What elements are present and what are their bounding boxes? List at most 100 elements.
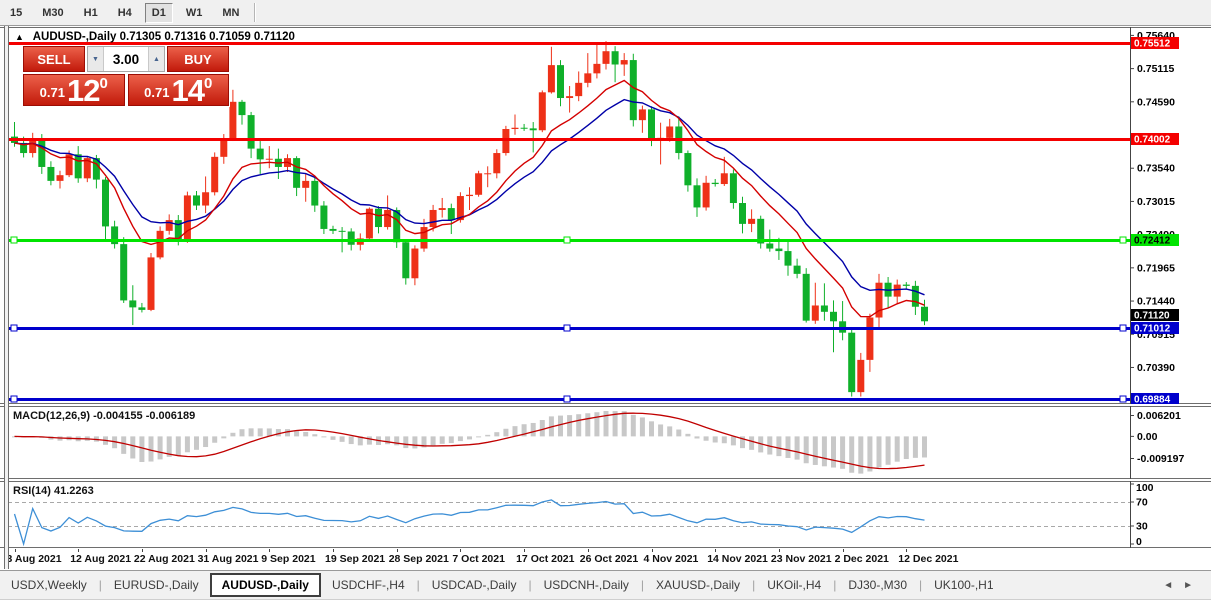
volume-decrease-icon[interactable]: ▼ [88,47,104,71]
candle-body [411,249,418,279]
candle-body [694,185,701,207]
tab-usdx-weekly[interactable]: USDX,Weekly [0,573,98,597]
candle-body [375,209,382,227]
tab-usdchf-h4[interactable]: USDCHF-,H4 [321,573,416,597]
candle-body [138,307,145,310]
candle-body [57,175,64,181]
candle-body [339,231,346,232]
price-tick-label: 0.70390 [1137,362,1175,374]
candle-body [402,242,409,278]
price-tick-label: 0.73015 [1137,196,1175,208]
candle-body [794,266,801,274]
macd-bar [440,436,445,443]
tab-usdcad-daily[interactable]: USDCAD-,Daily [421,573,528,597]
macd-bar [349,436,354,444]
line-handle[interactable] [11,325,17,331]
date-label: 19 Sep 2021 [325,553,385,565]
line-handle[interactable] [1120,396,1126,402]
candle-body [193,195,200,205]
candle-body [120,244,127,300]
candle-body [839,321,846,332]
macd-bar [185,436,190,452]
macd-bar [340,436,345,441]
tab-dj30-m30[interactable]: DJ30-,M30 [837,573,918,597]
timeframe-button-h4[interactable]: H4 [111,3,139,23]
line-handle[interactable] [564,396,570,402]
symbol-tab-bar: USDX,Weekly|EURUSD-,DailyAUDUSD-,DailyUS… [0,570,1211,600]
timeframe-button-m30[interactable]: M30 [35,3,70,23]
macd-bar [221,436,226,438]
candle-body [430,210,437,227]
line-handle[interactable] [11,237,17,243]
buy-price-tile[interactable]: 0.71 14 0 [128,74,230,106]
sell-price-tile[interactable]: 0.71 12 0 [23,74,125,106]
timeframe-toolbar: 15 M30 H1 H4 D1 W1MN [0,0,1211,25]
date-tick [142,549,143,552]
timeframe-button-h1[interactable]: H1 [77,3,105,23]
candle-body [484,173,491,174]
date-label: 28 Sep 2021 [389,553,449,565]
candle-body [812,305,819,320]
candle-body [102,180,109,227]
rsi-indicator-panel[interactable]: 10070300 [0,481,1211,548]
candle-body [575,83,582,96]
timeframe-button-w1[interactable]: W1 [179,3,210,23]
line-handle[interactable] [11,396,17,402]
tab-uk100-h1[interactable]: UK100-,H1 [923,573,1004,597]
tab-xauusd-daily[interactable]: XAUUSD-,Daily [645,573,751,597]
macd-bar [922,436,927,457]
macd-bar [130,436,135,458]
macd-bar [312,434,317,436]
macd-bar [431,436,436,445]
macd-bar [412,436,417,448]
date-label: 4 Nov 2021 [644,553,699,565]
macd-bar [749,436,754,449]
tab-usdcnh-daily[interactable]: USDCNH-,Daily [533,573,640,597]
candle-body [330,229,337,231]
buy-button[interactable]: BUY [167,46,229,72]
tab-scroll-arrows[interactable]: ◄► [1163,580,1203,591]
macd-bar [895,436,900,461]
candle-body [775,249,782,252]
candle-body [311,181,318,206]
macd-bar [176,436,181,455]
rsi-background [0,481,1211,548]
title-arrow-icon[interactable]: ▲ [15,32,24,42]
tab-eurusd-daily[interactable]: EURUSD-,Daily [103,573,210,597]
sell-button[interactable]: SELL [23,46,85,72]
candle-body [903,285,910,286]
date-tick [715,549,716,552]
candle-body [493,153,500,173]
volume-increase-icon[interactable]: ▲ [148,47,164,71]
candle-body [320,206,327,229]
volume-stepper: ▼ ▲ [87,46,165,72]
line-handle[interactable] [1120,325,1126,331]
tab-ukoil-h4[interactable]: UKOil-,H4 [756,573,832,597]
candle-body [584,73,591,82]
candle-body [439,208,446,210]
timeframe-button-mn[interactable]: MN [215,3,246,23]
tab-audusd-daily[interactable]: AUDUSD-,Daily [210,573,321,597]
macd-bar [685,434,690,437]
price-tick-label: 0.71440 [1137,296,1175,308]
macd-bar [667,426,672,436]
macd-bar [722,436,727,443]
date-label: 14 Nov 2021 [707,553,768,565]
line-handle[interactable] [564,237,570,243]
buy-price-pip: 0 [204,75,212,92]
macd-bar [531,423,536,436]
macd-bar [886,436,891,464]
date-label: 17 Oct 2021 [516,553,574,565]
candle-body [830,312,837,321]
timeframe-button-d1[interactable]: D1 [145,3,173,23]
rsi-label: RSI(14) [13,485,51,497]
candle-body [475,173,482,195]
line-handle[interactable] [1120,237,1126,243]
macd-bar [331,436,336,439]
volume-input[interactable] [104,47,148,71]
timeframe-button-15[interactable]: 15 [3,3,29,23]
macd-bar [622,411,627,436]
macd-bar [713,436,718,442]
line-handle[interactable] [564,325,570,331]
toolbar-separator [254,3,256,22]
